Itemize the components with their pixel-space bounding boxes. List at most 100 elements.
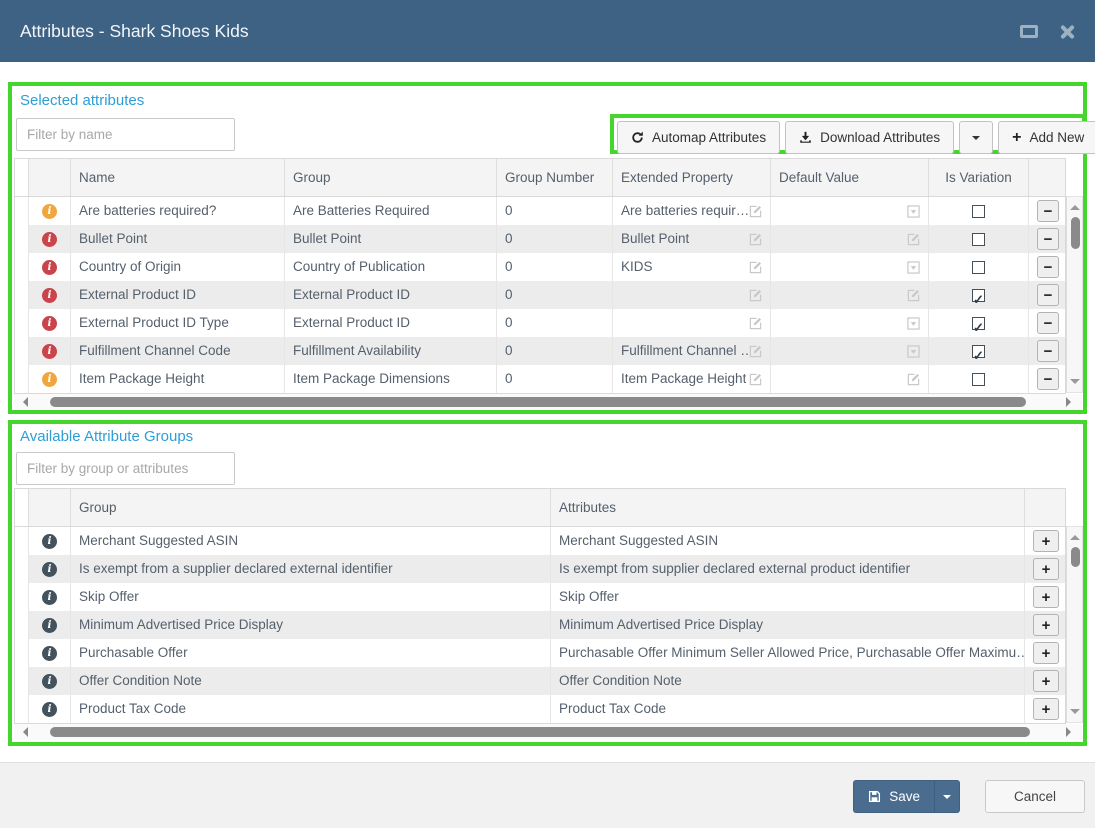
- scroll-left-icon[interactable]: [18, 727, 28, 737]
- annotation-box-selected-attributes: Selected attributes Automap Attributes D…: [8, 82, 1087, 414]
- selected-attribute-row[interactable]: i External Product ID External Product I…: [15, 281, 1065, 309]
- download-options-dropdown-button[interactable]: [959, 121, 993, 154]
- add-group-button[interactable]: +: [1033, 670, 1059, 692]
- annotation-box-toolbar: Automap Attributes Download Attributes +…: [610, 114, 1086, 154]
- add-group-button[interactable]: +: [1033, 586, 1059, 608]
- scroll-left-icon[interactable]: [18, 397, 28, 407]
- available-table-vertical-scrollbar[interactable]: [1066, 526, 1083, 723]
- available-group-row[interactable]: i Offer Condition Note Offer Condition N…: [15, 667, 1065, 695]
- add-group-button[interactable]: +: [1033, 530, 1059, 552]
- scrollbar-thumb[interactable]: [1071, 217, 1080, 249]
- selected-table-vertical-scrollbar[interactable]: [1066, 196, 1083, 393]
- edit-icon[interactable]: [749, 373, 762, 386]
- is-variation-checkbox[interactable]: [972, 373, 985, 386]
- cancel-button[interactable]: Cancel: [985, 780, 1085, 813]
- caret-down-icon: [972, 136, 980, 144]
- remove-attribute-button[interactable]: −: [1037, 340, 1059, 362]
- edit-icon[interactable]: [749, 317, 762, 330]
- available-group-row[interactable]: i Product Tax Code Product Tax Code +: [15, 695, 1065, 723]
- attribute-group-cell: Fulfillment Availability: [285, 337, 497, 365]
- is-variation-checkbox[interactable]: [972, 233, 985, 246]
- is-variation-checkbox[interactable]: [972, 345, 985, 358]
- row-status-icon: i: [42, 288, 57, 303]
- scrollbar-thumb[interactable]: [50, 397, 1026, 407]
- available-table-horizontal-scrollbar[interactable]: [14, 724, 1082, 740]
- maximize-icon[interactable]: [1020, 25, 1038, 38]
- scroll-down-icon[interactable]: [1070, 709, 1080, 719]
- extended-property-cell: [613, 281, 771, 309]
- add-group-button[interactable]: +: [1033, 698, 1059, 720]
- add-new-button[interactable]: + Add New: [998, 121, 1095, 154]
- edit-icon[interactable]: [907, 289, 920, 302]
- download-attributes-button[interactable]: Download Attributes: [785, 121, 954, 154]
- edit-icon[interactable]: [749, 233, 762, 246]
- select-icon[interactable]: [907, 317, 920, 330]
- attribute-group-cell: External Product ID: [285, 281, 497, 309]
- save-options-dropdown-button[interactable]: [934, 780, 960, 813]
- scrollbar-thumb[interactable]: [1071, 547, 1080, 567]
- group-name-cell: Merchant Suggested ASIN: [71, 527, 551, 555]
- extended-property-cell: Bullet Point: [613, 225, 771, 253]
- remove-attribute-button[interactable]: −: [1037, 228, 1059, 250]
- automap-attributes-button[interactable]: Automap Attributes: [617, 121, 780, 154]
- select-icon[interactable]: [907, 345, 920, 358]
- edit-icon[interactable]: [749, 289, 762, 302]
- attribute-group-cell: Item Package Dimensions: [285, 365, 497, 393]
- group-name-cell: Is exempt from a supplier declared exter…: [71, 555, 551, 583]
- available-group-row[interactable]: i Minimum Advertised Price Display Minim…: [15, 611, 1065, 639]
- available-group-row[interactable]: i Skip Offer Skip Offer +: [15, 583, 1065, 611]
- selected-attribute-row[interactable]: i Item Package Height Item Package Dimen…: [15, 365, 1065, 393]
- is-variation-checkbox[interactable]: [972, 261, 985, 274]
- selected-attribute-row[interactable]: i Country of Origin Country of Publicati…: [15, 253, 1065, 281]
- save-button[interactable]: Save: [853, 780, 934, 813]
- info-icon: i: [42, 562, 57, 577]
- close-icon[interactable]: [1060, 24, 1075, 39]
- attribute-group-cell: Are Batteries Required: [285, 197, 497, 225]
- scroll-right-icon[interactable]: [1066, 727, 1076, 737]
- attribute-name-cell: Bullet Point: [71, 225, 285, 253]
- add-group-button[interactable]: +: [1033, 642, 1059, 664]
- remove-attribute-button[interactable]: −: [1037, 200, 1059, 222]
- is-variation-checkbox[interactable]: [972, 205, 985, 218]
- selected-attribute-row[interactable]: i Fulfillment Channel Code Fulfillment A…: [15, 337, 1065, 365]
- selected-attributes-table: Name Group Group Number Extended Propert…: [14, 158, 1066, 394]
- scroll-down-icon[interactable]: [1070, 379, 1080, 389]
- remove-attribute-button[interactable]: −: [1037, 312, 1059, 334]
- selected-attribute-row[interactable]: i Are batteries required? Are Batteries …: [15, 197, 1065, 225]
- filter-by-group-input[interactable]: [16, 452, 235, 485]
- selected-attribute-row[interactable]: i External Product ID Type External Prod…: [15, 309, 1065, 337]
- extended-property-cell: [613, 309, 771, 337]
- edit-icon[interactable]: [749, 345, 762, 358]
- group-name-cell: Offer Condition Note: [71, 667, 551, 695]
- save-icon: [868, 790, 881, 803]
- available-group-row[interactable]: i Merchant Suggested ASIN Merchant Sugge…: [15, 527, 1065, 555]
- download-icon: [799, 131, 812, 144]
- edit-icon[interactable]: [749, 205, 762, 218]
- edit-icon[interactable]: [749, 261, 762, 274]
- filter-by-name-input[interactable]: [16, 118, 235, 151]
- scroll-right-icon[interactable]: [1066, 397, 1076, 407]
- scrollbar-thumb[interactable]: [50, 727, 1030, 737]
- edit-icon[interactable]: [907, 373, 920, 386]
- remove-attribute-button[interactable]: −: [1037, 284, 1059, 306]
- scroll-up-icon[interactable]: [1070, 530, 1080, 540]
- attribute-name-cell: Are batteries required?: [71, 197, 285, 225]
- edit-icon[interactable]: [907, 233, 920, 246]
- select-icon[interactable]: [907, 205, 920, 218]
- attribute-group-cell: Country of Publication: [285, 253, 497, 281]
- scroll-up-icon[interactable]: [1070, 200, 1080, 210]
- is-variation-checkbox[interactable]: [972, 289, 985, 302]
- remove-attribute-button[interactable]: −: [1037, 368, 1059, 390]
- info-icon: i: [42, 590, 57, 605]
- is-variation-checkbox[interactable]: [972, 317, 985, 330]
- remove-attribute-button[interactable]: −: [1037, 256, 1059, 278]
- selected-table-horizontal-scrollbar[interactable]: [14, 394, 1082, 410]
- attribute-name-cell: Fulfillment Channel Code: [71, 337, 285, 365]
- info-icon: i: [42, 646, 57, 661]
- select-icon[interactable]: [907, 261, 920, 274]
- available-group-row[interactable]: i Is exempt from a supplier declared ext…: [15, 555, 1065, 583]
- available-group-row[interactable]: i Purchasable Offer Purchasable Offer Mi…: [15, 639, 1065, 667]
- selected-attribute-row[interactable]: i Bullet Point Bullet Point 0 Bullet Poi…: [15, 225, 1065, 253]
- add-group-button[interactable]: +: [1033, 558, 1059, 580]
- add-group-button[interactable]: +: [1033, 614, 1059, 636]
